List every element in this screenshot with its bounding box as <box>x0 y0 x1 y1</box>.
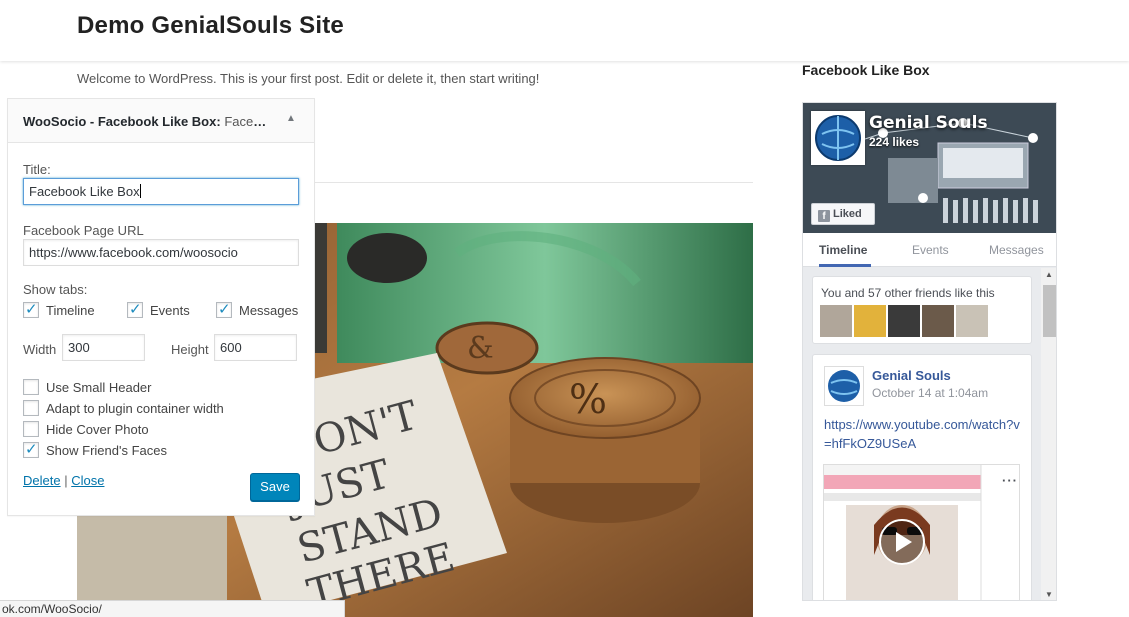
title-input[interactable]: Facebook Like Box <box>23 178 299 205</box>
widget-action-links: Delete | Close <box>23 473 104 488</box>
widget-title-main: WooSocio - Facebook Like Box: <box>23 114 221 129</box>
fb-post-card: Genial Souls October 14 at 1:04am https:… <box>812 354 1032 600</box>
friends-like-card: You and 57 other friends like this <box>812 276 1032 344</box>
title-input-value: Facebook Like Box <box>29 184 140 199</box>
facebook-url-input[interactable]: https://www.facebook.com/woosocio <box>23 239 299 266</box>
widget-title: WooSocio - Facebook Like Box: Facebo... <box>23 114 268 129</box>
friend-avatar[interactable] <box>922 305 954 337</box>
fb-cover-photo[interactable]: Genial Souls 224 likes f Liked <box>803 103 1056 233</box>
close-link[interactable]: Close <box>71 473 104 488</box>
show-faces-label[interactable]: Show Friend's Faces <box>46 443 167 458</box>
text-caret <box>139 184 141 198</box>
fb-tab-messages[interactable]: Messages <box>989 243 1044 257</box>
liked-label: Liked <box>833 208 862 220</box>
active-tab-indicator <box>819 264 871 267</box>
messages-checkbox-label[interactable]: Messages <box>239 303 298 318</box>
save-button[interactable]: Save <box>250 473 300 501</box>
widget-title-sub: Facebo... <box>224 114 268 129</box>
friend-avatar[interactable] <box>820 305 852 337</box>
small-header-checkbox[interactable] <box>23 379 39 395</box>
checkmark-icon: ✓ <box>25 301 38 318</box>
browser-status-bar: ok.com/WooSocio/ <box>0 600 345 617</box>
checkmark-icon: ✓ <box>129 301 142 318</box>
messages-checkbox[interactable]: ✓ <box>216 301 232 318</box>
timeline-checkbox[interactable]: ✓ <box>23 301 39 318</box>
facebook-like-box: Genial Souls 224 likes f Liked Timeline E… <box>802 102 1057 601</box>
widget-header[interactable]: WooSocio - Facebook Like Box: Facebo... … <box>8 99 314 143</box>
show-faces-checkbox[interactable]: ✓ <box>23 441 39 458</box>
scroll-thumb[interactable] <box>1043 285 1056 337</box>
arrow-up-icon[interactable]: ▲ <box>286 113 296 124</box>
site-header: Demo GenialSouls Site <box>0 0 1129 61</box>
post-author-name[interactable]: Genial Souls <box>872 368 951 383</box>
fb-like-count: 224 likes <box>869 135 920 149</box>
page: Demo GenialSouls Site Welcome to WordPre… <box>0 0 1129 617</box>
hide-cover-checkbox[interactable] <box>23 421 39 437</box>
timeline-checkbox-label[interactable]: Timeline <box>46 303 95 318</box>
adapt-width-checkbox[interactable] <box>23 400 39 416</box>
width-input[interactable]: 300 <box>62 334 145 361</box>
delete-link[interactable]: Delete <box>23 473 61 488</box>
facebook-icon: f <box>818 210 830 222</box>
facebook-url-label: Facebook Page URL <box>23 223 144 238</box>
site-title[interactable]: Demo GenialSouls Site <box>77 12 344 40</box>
liked-button[interactable]: f Liked <box>811 203 875 225</box>
more-options-icon[interactable]: ··· <box>1002 473 1018 488</box>
svg-text:&: & <box>467 331 494 366</box>
post-date[interactable]: October 14 at 1:04am <box>872 386 988 400</box>
height-input[interactable]: 600 <box>214 334 297 361</box>
fb-page-name[interactable]: Genial Souls <box>869 113 988 133</box>
fb-tab-timeline[interactable]: Timeline <box>819 243 867 257</box>
friend-avatar[interactable] <box>854 305 886 337</box>
fb-tabs: Timeline Events Messages <box>803 233 1056 267</box>
events-checkbox[interactable]: ✓ <box>127 301 143 318</box>
friends-like-text: You and 57 other friends like this <box>821 286 995 300</box>
svg-text:%: % <box>569 377 607 423</box>
friend-avatar[interactable] <box>888 305 920 337</box>
widget-settings-panel: WooSocio - Facebook Like Box: Facebo... … <box>7 98 315 516</box>
title-label: Title: <box>23 162 51 177</box>
fb-timeline-feed[interactable]: You and 57 other friends like this Genia… <box>803 268 1056 600</box>
adapt-width-label[interactable]: Adapt to plugin container width <box>46 401 224 416</box>
link-separator: | <box>64 473 68 488</box>
friend-avatar[interactable] <box>956 305 988 337</box>
feed-scrollbar[interactable]: ▲ ▼ <box>1041 268 1056 600</box>
height-label: Height <box>171 342 209 357</box>
events-checkbox-label[interactable]: Events <box>150 303 190 318</box>
checkmark-icon: ✓ <box>25 441 38 458</box>
sidebar-widget-title: Facebook Like Box <box>802 62 930 78</box>
scroll-down-icon[interactable]: ▼ <box>1045 590 1053 599</box>
genial-souls-logo[interactable] <box>811 111 865 165</box>
post-youtube-link[interactable]: https://www.youtube.com/watch?v=hfFkOZ9U… <box>824 415 1024 453</box>
small-header-label[interactable]: Use Small Header <box>46 380 152 395</box>
post-excerpt: Welcome to WordPress. This is your first… <box>77 71 540 86</box>
show-tabs-label: Show tabs: <box>23 282 88 297</box>
post-author-avatar[interactable] <box>824 366 864 406</box>
checkmark-icon: ✓ <box>218 301 231 318</box>
scroll-up-icon[interactable]: ▲ <box>1045 270 1053 279</box>
video-preview[interactable] <box>823 464 1020 600</box>
hide-cover-label[interactable]: Hide Cover Photo <box>46 422 149 437</box>
width-label: Width <box>23 342 57 357</box>
fb-tab-events[interactable]: Events <box>912 243 949 257</box>
